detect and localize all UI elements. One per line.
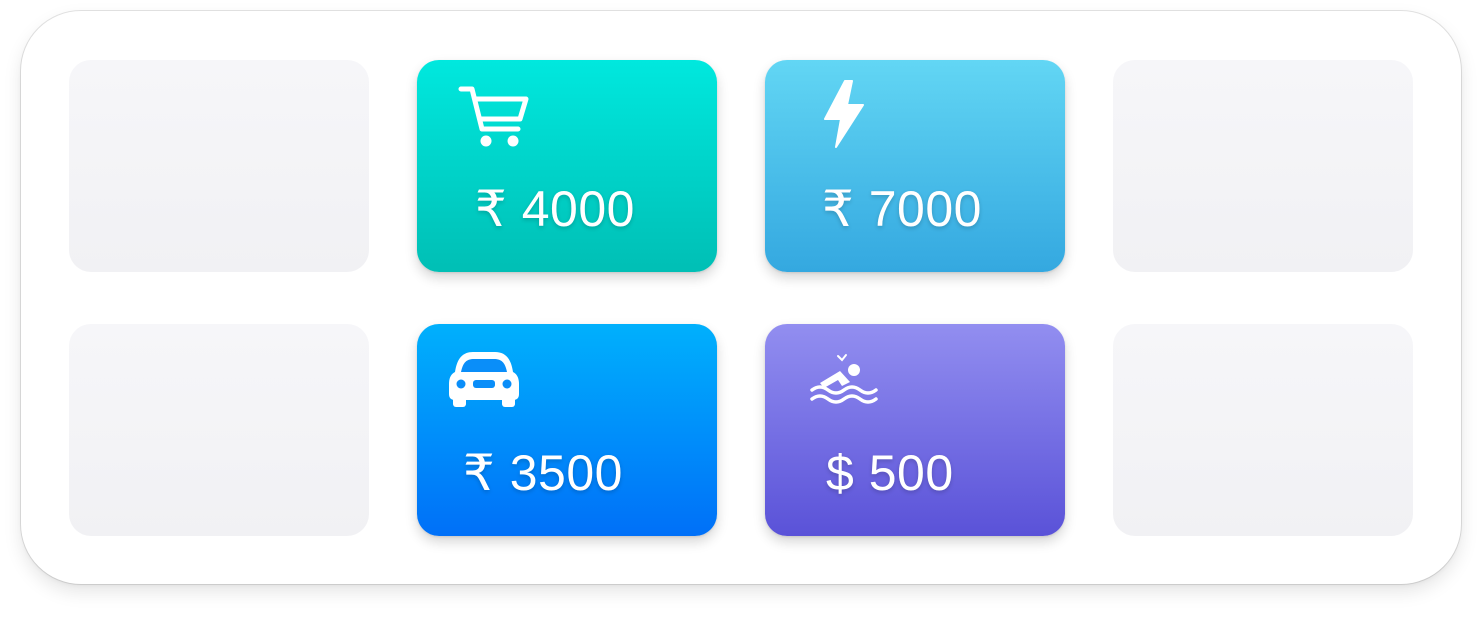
expense-amount: ₹ 7000 <box>822 181 982 237</box>
expense-amount: ₹ 3500 <box>463 445 623 501</box>
expense-amount: $ 500 <box>826 445 954 501</box>
swimmer-icon <box>810 354 878 404</box>
shopping-cart-icon <box>458 86 529 147</box>
empty-slot <box>1113 324 1413 536</box>
empty-slot <box>69 60 369 272</box>
expense-card-electricity[interactable]: ₹ 7000 <box>765 60 1065 272</box>
expense-card-car[interactable]: ₹ 3500 <box>417 324 717 536</box>
lightning-bolt-icon <box>824 80 864 148</box>
car-icon <box>449 352 519 407</box>
expense-amount: ₹ 4000 <box>475 181 635 237</box>
expense-card-swimming[interactable]: $ 500 <box>765 324 1065 536</box>
empty-slot <box>69 324 369 536</box>
expense-card-shopping[interactable]: ₹ 4000 <box>417 60 717 272</box>
empty-slot <box>1113 60 1413 272</box>
